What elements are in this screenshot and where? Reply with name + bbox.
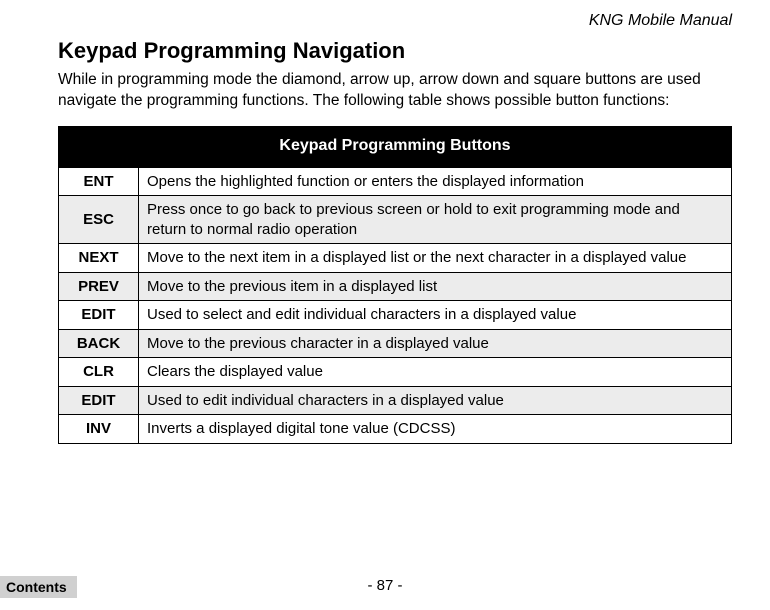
section-title: Keypad Programming Navigation [58, 38, 732, 64]
button-name-cell: PREV [59, 272, 139, 301]
button-name-cell: EDIT [59, 386, 139, 415]
table-row: ENTOpens the highlighted function or ent… [59, 167, 732, 196]
button-description-cell: Move to the previous character in a disp… [139, 329, 732, 358]
button-name-cell: NEXT [59, 244, 139, 273]
button-description-cell: Inverts a displayed digital tone value (… [139, 415, 732, 444]
table-row: EDITUsed to edit individual characters i… [59, 386, 732, 415]
table-row: CLRClears the displayed value [59, 358, 732, 387]
button-description-cell: Used to edit individual characters in a … [139, 386, 732, 415]
table-row: EDITUsed to select and edit individual c… [59, 301, 732, 330]
table-row: ESCPress once to go back to previous scr… [59, 196, 732, 244]
table-caption: Keypad Programming Buttons [59, 126, 732, 167]
section-intro: While in programming mode the diamond, a… [58, 70, 732, 112]
page-number: - 87 - [0, 577, 770, 594]
contents-link[interactable]: Contents [0, 576, 77, 598]
keypad-buttons-table: Keypad Programming Buttons ENTOpens the … [58, 126, 732, 444]
button-description-cell: Clears the displayed value [139, 358, 732, 387]
button-name-cell: EDIT [59, 301, 139, 330]
button-name-cell: BACK [59, 329, 139, 358]
page-content: Keypad Programming Navigation While in p… [58, 38, 732, 444]
button-description-cell: Move to the previous item in a displayed… [139, 272, 732, 301]
button-description-cell: Used to select and edit individual chara… [139, 301, 732, 330]
table-row: BACKMove to the previous character in a … [59, 329, 732, 358]
table-row: INVInverts a displayed digital tone valu… [59, 415, 732, 444]
manual-title: KNG Mobile Manual [589, 12, 732, 30]
button-description-cell: Press once to go back to previous screen… [139, 196, 732, 244]
button-name-cell: INV [59, 415, 139, 444]
table-row: NEXTMove to the next item in a displayed… [59, 244, 732, 273]
button-name-cell: ENT [59, 167, 139, 196]
button-name-cell: CLR [59, 358, 139, 387]
button-name-cell: ESC [59, 196, 139, 244]
button-description-cell: Move to the next item in a displayed lis… [139, 244, 732, 273]
button-description-cell: Opens the highlighted function or enters… [139, 167, 732, 196]
table-body: ENTOpens the highlighted function or ent… [59, 167, 732, 443]
table-row: PREVMove to the previous item in a displ… [59, 272, 732, 301]
